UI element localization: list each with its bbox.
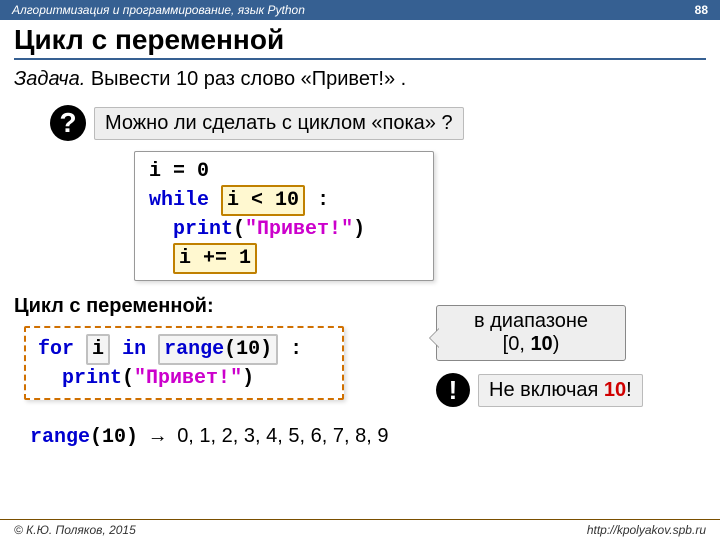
exclamation-row: ! Не включая 10! [436, 373, 706, 407]
exclamation-text: Не включая 10! [478, 374, 643, 407]
footer-url: http://kpolyakov.spb.ru [587, 523, 706, 537]
code-line: i += 1 [149, 243, 419, 274]
exclamation-mark-icon: ! [436, 373, 470, 407]
code-line: print("Привет!") [38, 365, 330, 392]
question-text: Можно ли сделать с циклом «пока» ? [94, 107, 464, 140]
task-label: Задача. [14, 68, 85, 90]
code-line: for i in range(10) : [38, 334, 330, 365]
code-line: print("Привет!") [149, 216, 419, 243]
question-callout: ? Можно ли сделать с циклом «пока» ? [50, 105, 706, 141]
highlight-var: i [86, 334, 110, 365]
highlight-range: range(10) [158, 334, 278, 365]
range-result: range(10) → 0, 1, 2, 3, 4, 5, 6, 7, 8, 9 [0, 407, 720, 449]
task-text: Вывести 10 раз слово «Привет!» . [91, 68, 406, 90]
range-callout: в диапазоне [0, 10) [436, 305, 626, 361]
copyright: © К.Ю. Поляков, 2015 [14, 523, 136, 537]
range-line1: в диапазоне [474, 310, 588, 332]
highlight-condition: i < 10 [221, 185, 305, 216]
while-code-box: i = 0 while i < 10 : print("Привет!") i … [134, 151, 434, 281]
code-line: while i < 10 : [149, 185, 419, 216]
highlight-increment: i += 1 [173, 243, 257, 274]
header-bar: Алгоритмизация и программирование, язык … [0, 0, 720, 20]
range-values: 0, 1, 2, 3, 4, 5, 6, 7, 8, 9 [177, 425, 388, 447]
question-mark-icon: ? [50, 105, 86, 141]
code-line: i = 0 [149, 158, 419, 185]
for-section: Цикл с переменной: for i in range(10) : … [0, 291, 720, 407]
footer: © К.Ю. Поляков, 2015 http://kpolyakov.sp… [0, 519, 720, 540]
for-right-column: в диапазоне [0, 10) ! Не включая 10! [406, 305, 706, 407]
content: Цикл с переменной Задача. Вывести 10 раз… [0, 20, 720, 281]
for-subtitle: Цикл с переменной: [14, 295, 388, 318]
page-number: 88 [695, 3, 708, 17]
task-line: Задача. Вывести 10 раз слово «Привет!» . [14, 66, 706, 99]
for-code-box: for i in range(10) : print("Привет!") [24, 326, 344, 400]
course-title: Алгоритмизация и программирование, язык … [12, 3, 305, 17]
for-left-column: Цикл с переменной: for i in range(10) : … [14, 295, 388, 400]
arrow-icon: → [148, 425, 168, 447]
page-title: Цикл с переменной [14, 24, 706, 60]
